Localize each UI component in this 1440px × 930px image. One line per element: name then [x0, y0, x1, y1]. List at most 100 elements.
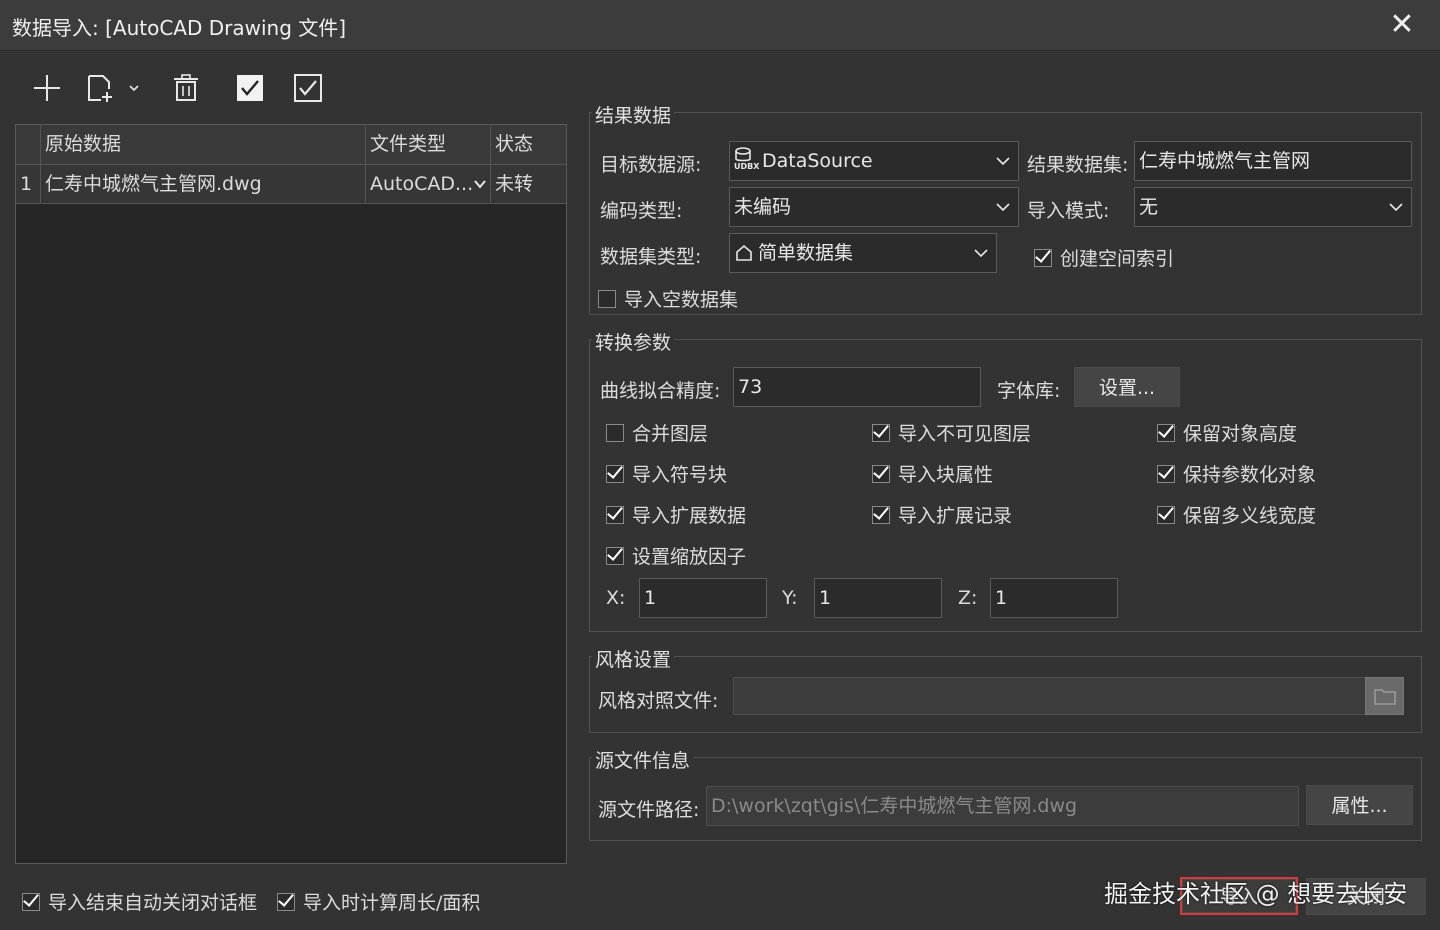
properties-button[interactable]: 属性... [1306, 785, 1413, 825]
checkbox-box [1034, 248, 1052, 267]
add-file-icon [88, 75, 112, 102]
checkbox-box [277, 892, 295, 911]
style-settings-title: 风格设置 [592, 645, 675, 672]
checkbox-box [872, 423, 890, 442]
checkbox-box [1157, 464, 1175, 483]
close-window-button[interactable]: ✕ [1385, 8, 1419, 42]
add-button[interactable] [27, 68, 67, 108]
chevron-down-icon [474, 180, 486, 189]
curve-precision-input[interactable]: 73 [733, 367, 981, 407]
chevron-down-icon [996, 202, 1010, 211]
scale-factor-label: 设置缩放因子 [632, 546, 747, 568]
import-mode-label: 导入模式: [1027, 200, 1110, 222]
keep-parametric-objects-checkbox[interactable]: 保持参数化对象 [1157, 460, 1316, 487]
dataset-type-select[interactable]: 简单数据集 [729, 233, 997, 273]
invert-selection-button[interactable] [288, 68, 328, 108]
scale-y-input[interactable]: 1 [814, 578, 942, 618]
spatial-index-label: 创建空间索引 [1060, 248, 1175, 270]
merge-layers-checkbox[interactable]: 合并图层 [606, 419, 708, 446]
target-source-select[interactable]: UDBX DataSource [729, 141, 1019, 181]
import-block-attributes-checkbox[interactable]: 导入块属性 [872, 460, 993, 487]
result-dataset-label: 结果数据集: [1027, 154, 1129, 176]
folder-icon [1373, 689, 1396, 705]
checkbox-box [606, 546, 624, 565]
calc-perimeter-area-checkbox[interactable]: 导入时计算周长/面积 [277, 888, 480, 915]
auto-close-label: 导入结束自动关闭对话框 [48, 892, 258, 914]
scale-y-label: Y: [782, 587, 798, 609]
plus-icon [34, 75, 60, 101]
font-library-label: 字体库: [997, 380, 1061, 402]
chevron-down-icon [996, 156, 1010, 165]
scale-x-input[interactable]: 1 [639, 578, 767, 618]
checkbox-box [598, 289, 616, 308]
grid-header-source[interactable]: 原始数据 [41, 125, 366, 164]
row-file-type-select[interactable]: AutoCAD... [366, 165, 491, 203]
target-source-value: DataSource [762, 150, 873, 172]
keep-object-height-checkbox[interactable]: 保留对象高度 [1157, 419, 1297, 446]
invert-selection-icon [294, 74, 322, 102]
keep-object-height-label: 保留对象高度 [1183, 423, 1298, 445]
encoding-type-label: 编码类型: [600, 200, 683, 222]
row-index: 1 [16, 165, 41, 203]
target-source-label: 目标数据源: [600, 154, 702, 176]
add-file-button[interactable] [80, 68, 120, 108]
udbx-tag: UDBX [734, 162, 760, 171]
grid-header: 原始数据 文件类型 状态 [16, 125, 566, 165]
grid-header-type[interactable]: 文件类型 [366, 125, 491, 164]
style-file-input[interactable] [733, 677, 1367, 715]
scale-z-label: Z: [958, 587, 978, 609]
import-invisible-layers-label: 导入不可见图层 [898, 423, 1032, 445]
convert-params-title: 转换参数 [592, 328, 675, 355]
import-invisible-layers-checkbox[interactable]: 导入不可见图层 [872, 419, 1031, 446]
result-dataset-input[interactable]: 仁寿中城燃气主管网 [1134, 141, 1412, 181]
checkbox-box [606, 464, 624, 483]
curve-precision-label: 曲线拟合精度: [600, 380, 721, 402]
style-file-label: 风格对照文件: [598, 690, 719, 712]
chevron-down-icon [974, 248, 988, 257]
delete-button[interactable] [166, 68, 206, 108]
import-mode-value: 无 [1139, 196, 1159, 218]
file-grid: 原始数据 文件类型 状态 1 仁寿中城燃气主管网.dwg AutoCAD... … [15, 124, 567, 864]
checkbox-box [606, 505, 624, 524]
keep-polyline-width-checkbox[interactable]: 保留多义线宽度 [1157, 501, 1316, 528]
grid-header-index [16, 125, 41, 164]
chevron-down-icon [1389, 202, 1403, 211]
scale-z-input[interactable]: 1 [990, 578, 1118, 618]
row-status: 未转 [495, 173, 534, 195]
import-extended-data-label: 导入扩展数据 [632, 505, 747, 527]
checkbox-box [872, 464, 890, 483]
checkbox-box [22, 892, 40, 911]
add-file-dropdown[interactable] [122, 68, 146, 108]
result-data-title: 结果数据 [592, 101, 675, 128]
row-file-type-value: AutoCAD... [370, 173, 474, 195]
encoding-type-value: 未编码 [734, 196, 792, 218]
import-symbol-blocks-checkbox[interactable]: 导入符号块 [606, 460, 727, 487]
checkbox-box [872, 505, 890, 524]
import-symbol-blocks-label: 导入符号块 [632, 464, 728, 486]
merge-layers-label: 合并图层 [632, 423, 709, 445]
table-row[interactable]: 1 仁寿中城燃气主管网.dwg AutoCAD... 未转 [16, 165, 566, 204]
dataset-icon [736, 244, 752, 261]
import-mode-select[interactable]: 无 [1134, 187, 1412, 227]
browse-style-file-button[interactable] [1365, 677, 1404, 715]
calc-perimeter-area-label: 导入时计算周长/面积 [303, 892, 481, 914]
import-extended-records-checkbox[interactable]: 导入扩展记录 [872, 501, 1012, 528]
source-path-label: 源文件路径: [598, 799, 700, 821]
scale-factor-checkbox[interactable]: 设置缩放因子 [606, 542, 746, 569]
font-settings-button[interactable]: 设置... [1074, 367, 1180, 407]
import-empty-checkbox[interactable]: 导入空数据集 [598, 285, 738, 312]
encoding-type-select[interactable]: 未编码 [729, 187, 1019, 227]
window-title: 数据导入: [AutoCAD Drawing 文件] [12, 16, 347, 40]
keep-parametric-objects-label: 保持参数化对象 [1183, 464, 1317, 486]
import-empty-label: 导入空数据集 [624, 289, 739, 311]
source-path-input[interactable]: D:\work\zqt\gis\仁寿中城燃气主管网.dwg [706, 786, 1299, 826]
import-block-attributes-label: 导入块属性 [898, 464, 994, 486]
trash-icon [174, 74, 198, 101]
auto-close-checkbox[interactable]: 导入结束自动关闭对话框 [22, 888, 257, 915]
grid-header-status[interactable]: 状态 [491, 125, 566, 164]
select-all-button[interactable] [230, 68, 270, 108]
row-file-name[interactable]: 仁寿中城燃气主管网.dwg [41, 165, 366, 203]
select-all-icon [237, 75, 263, 101]
import-extended-data-checkbox[interactable]: 导入扩展数据 [606, 501, 746, 528]
spatial-index-checkbox[interactable]: 创建空间索引 [1034, 244, 1174, 271]
